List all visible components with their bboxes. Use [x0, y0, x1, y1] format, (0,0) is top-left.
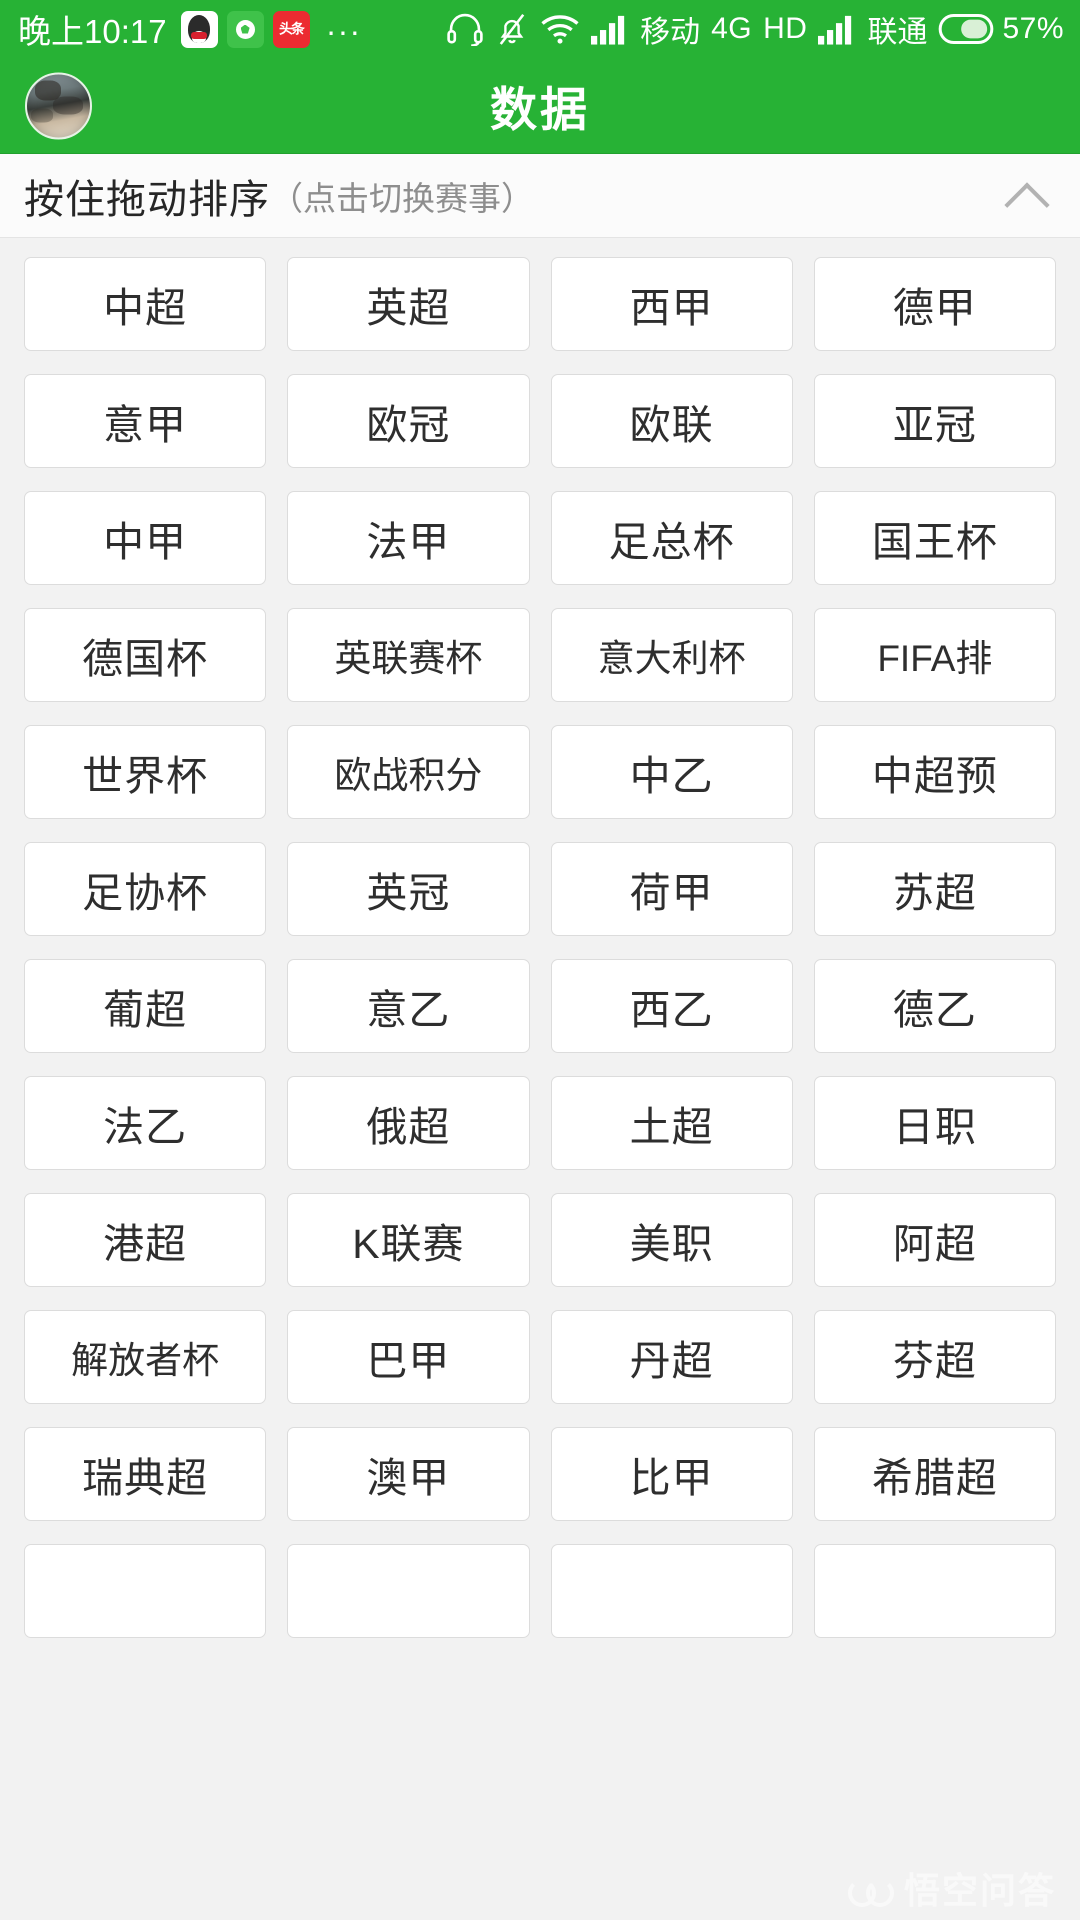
- league-cell[interactable]: 俄超: [287, 1076, 530, 1170]
- status-bar-time: 晚上10:17: [18, 13, 167, 50]
- battery-percent-label: 57%: [1002, 12, 1064, 45]
- league-cell[interactable]: 欧联: [550, 374, 793, 468]
- league-cell[interactable]: 国王杯: [813, 491, 1056, 585]
- signal-bars-icon-2: [818, 13, 856, 45]
- league-cell[interactable]: 阿超: [813, 1193, 1056, 1287]
- wifi-icon: [540, 13, 580, 45]
- sort-header-subtitle: （点击切换赛事）: [270, 179, 534, 217]
- chevron-up-icon[interactable]: [1004, 173, 1050, 219]
- signal-bars-icon: [591, 13, 629, 45]
- league-cell[interactable]: 法甲: [287, 491, 530, 585]
- league-cell[interactable]: 芬超: [813, 1310, 1056, 1404]
- league-cell[interactable]: 丹超: [550, 1310, 793, 1404]
- league-cell[interactable]: 足协杯: [24, 842, 267, 936]
- league-cell[interactable]: 中超预: [813, 725, 1056, 819]
- league-cell[interactable]: 意乙: [287, 959, 530, 1053]
- toutiao-icon: 头条: [272, 10, 310, 48]
- qq-icon: [180, 10, 218, 48]
- league-cell[interactable]: [24, 1544, 267, 1638]
- league-cell[interactable]: K联赛: [287, 1193, 530, 1287]
- league-cell[interactable]: 土超: [550, 1076, 793, 1170]
- league-cell[interactable]: 比甲: [550, 1427, 793, 1521]
- league-cell[interactable]: 葡超: [24, 959, 267, 1053]
- headset-icon: [446, 12, 484, 46]
- league-cell[interactable]: 港超: [24, 1193, 267, 1287]
- league-cell[interactable]: 瑞典超: [24, 1427, 267, 1521]
- battery-indicator: 57%: [938, 12, 1064, 46]
- league-cell[interactable]: 英超: [287, 257, 530, 351]
- carrier-label-1: 移动: [640, 16, 701, 49]
- sort-header-title: 按住拖动排序: [24, 177, 270, 222]
- league-cell[interactable]: 德国杯: [24, 608, 267, 702]
- football-app-icon: [226, 10, 264, 48]
- league-cell[interactable]: 世界杯: [24, 725, 267, 819]
- league-cell[interactable]: 巴甲: [287, 1310, 530, 1404]
- league-cell[interactable]: 中超: [24, 257, 267, 351]
- league-cell[interactable]: 中乙: [550, 725, 793, 819]
- battery-icon: [938, 14, 996, 44]
- league-cell[interactable]: [287, 1544, 530, 1638]
- league-cell[interactable]: 欧冠: [287, 374, 530, 468]
- league-cell[interactable]: 意大利杯: [550, 608, 793, 702]
- league-grid: 中超 英超 西甲 德甲意甲 欧冠 欧联 亚冠中甲 法甲 足总杯 国王杯德国杯 英联赛杯 意大利杯 FIF…: [24, 257, 1056, 1638]
- league-cell[interactable]: 解放者杯: [24, 1310, 267, 1404]
- page-title: 数据: [490, 83, 590, 136]
- league-cell[interactable]: 澳甲: [287, 1427, 530, 1521]
- status-bar: 晚上10:17 头条 ... 移动 4G HD 联通 57%: [0, 0, 1080, 58]
- league-cell[interactable]: 亚冠: [813, 374, 1056, 468]
- watermark-text: 悟空问答: [903, 1870, 1056, 1911]
- league-cell[interactable]: 中甲: [24, 491, 267, 585]
- league-cell[interactable]: 法乙: [24, 1076, 267, 1170]
- league-cell[interactable]: FIFA排: [813, 608, 1056, 702]
- sort-header-bar[interactable]: 按住拖动排序 （点击切换赛事）: [0, 154, 1080, 238]
- league-cell[interactable]: [813, 1544, 1056, 1638]
- league-cell[interactable]: 德甲: [813, 257, 1056, 351]
- league-cell[interactable]: 荷甲: [550, 842, 793, 936]
- league-cell[interactable]: 西乙: [550, 959, 793, 1053]
- league-cell[interactable]: 英冠: [287, 842, 530, 936]
- bell-muted-icon: [495, 11, 529, 47]
- status-bar-right: 移动 4G HD 联通 57%: [446, 7, 1064, 51]
- league-cell[interactable]: 足总杯: [550, 491, 793, 585]
- app-header: 数据: [0, 58, 1080, 154]
- carrier-label-2: 联通: [867, 16, 928, 49]
- league-cell[interactable]: 美职: [550, 1193, 793, 1287]
- league-cell[interactable]: 西甲: [550, 257, 793, 351]
- league-grid-container: 中超 英超 西甲 德甲意甲 欧冠 欧联 亚冠中甲 法甲 足总杯 国王杯德国杯 英联赛杯 意大利杯 FIF…: [0, 238, 1080, 1920]
- overflow-dots-icon: ...: [326, 6, 363, 42]
- league-cell[interactable]: 德乙: [813, 959, 1056, 1053]
- watermark: 悟空问答: [847, 1862, 1056, 1914]
- league-cell[interactable]: [550, 1544, 793, 1638]
- network-type-label: 4G: [711, 12, 753, 45]
- hd-label: HD: [763, 12, 808, 45]
- league-cell[interactable]: 日职: [813, 1076, 1056, 1170]
- league-cell[interactable]: 苏超: [813, 842, 1056, 936]
- wukong-logo-icon: [847, 1871, 894, 1907]
- league-cell[interactable]: 欧战积分: [287, 725, 530, 819]
- league-cell[interactable]: 希腊超: [813, 1427, 1056, 1521]
- user-avatar[interactable]: [25, 72, 92, 139]
- league-cell[interactable]: 意甲: [24, 374, 267, 468]
- notification-tray-icons: 头条 ...: [180, 6, 363, 48]
- league-cell[interactable]: 英联赛杯: [287, 608, 530, 702]
